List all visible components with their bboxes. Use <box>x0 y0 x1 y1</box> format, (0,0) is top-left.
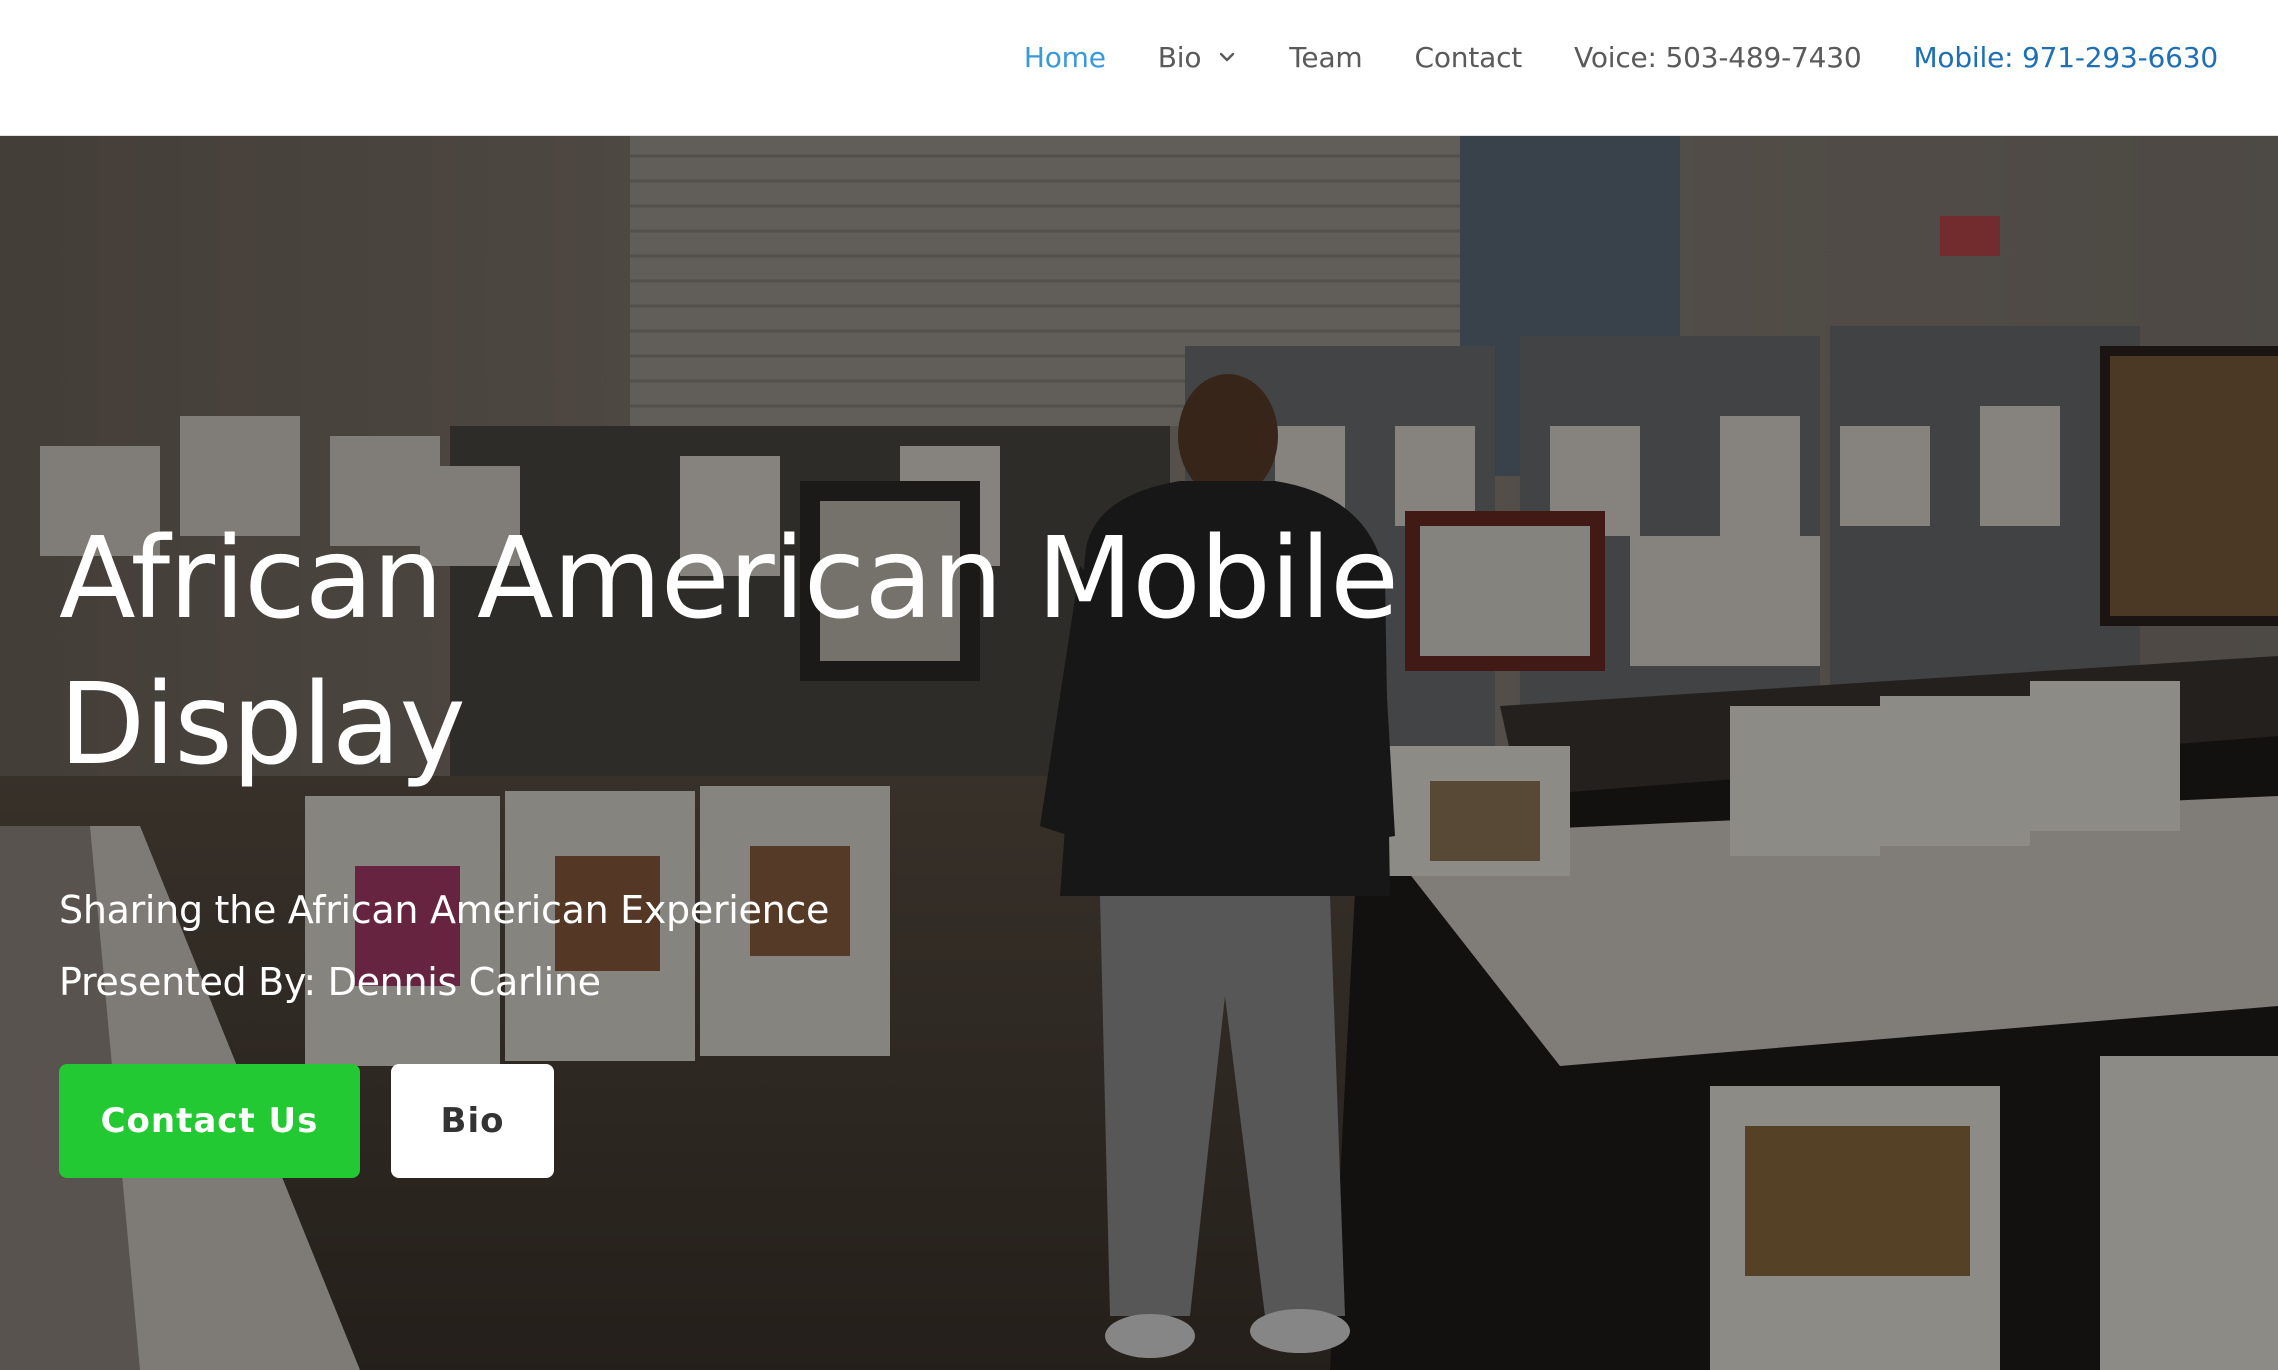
site-header: Home Bio Team Contact Voice: 503-489-743… <box>0 0 2278 136</box>
chevron-down-icon <box>1220 52 1235 62</box>
nav-voice-phone[interactable]: Voice: 503-489-7430 <box>1574 41 1862 74</box>
nav-team[interactable]: Team <box>1289 41 1362 74</box>
nav-contact[interactable]: Contact <box>1415 41 1523 74</box>
hero-subtitle: Sharing the African American Experience <box>59 888 830 932</box>
contact-us-button[interactable]: Contact Us <box>59 1064 360 1178</box>
nav-mobile-phone[interactable]: Mobile: 971-293-6630 <box>1913 41 2218 74</box>
bio-button[interactable]: Bio <box>391 1064 554 1178</box>
hero-presenter: Presented By: Dennis Carline <box>59 960 601 1004</box>
nav-bio-label: Bio <box>1157 40 1202 74</box>
main-nav: Home Bio Team Contact Voice: 503-489-743… <box>972 0 2218 114</box>
nav-bio[interactable]: Bio <box>1158 41 1238 74</box>
nav-home[interactable]: Home <box>1024 41 1106 74</box>
hero-section: African American Mobile Display Sharing … <box>0 136 2278 1370</box>
hero-title: African American Mobile Display <box>59 514 1399 790</box>
